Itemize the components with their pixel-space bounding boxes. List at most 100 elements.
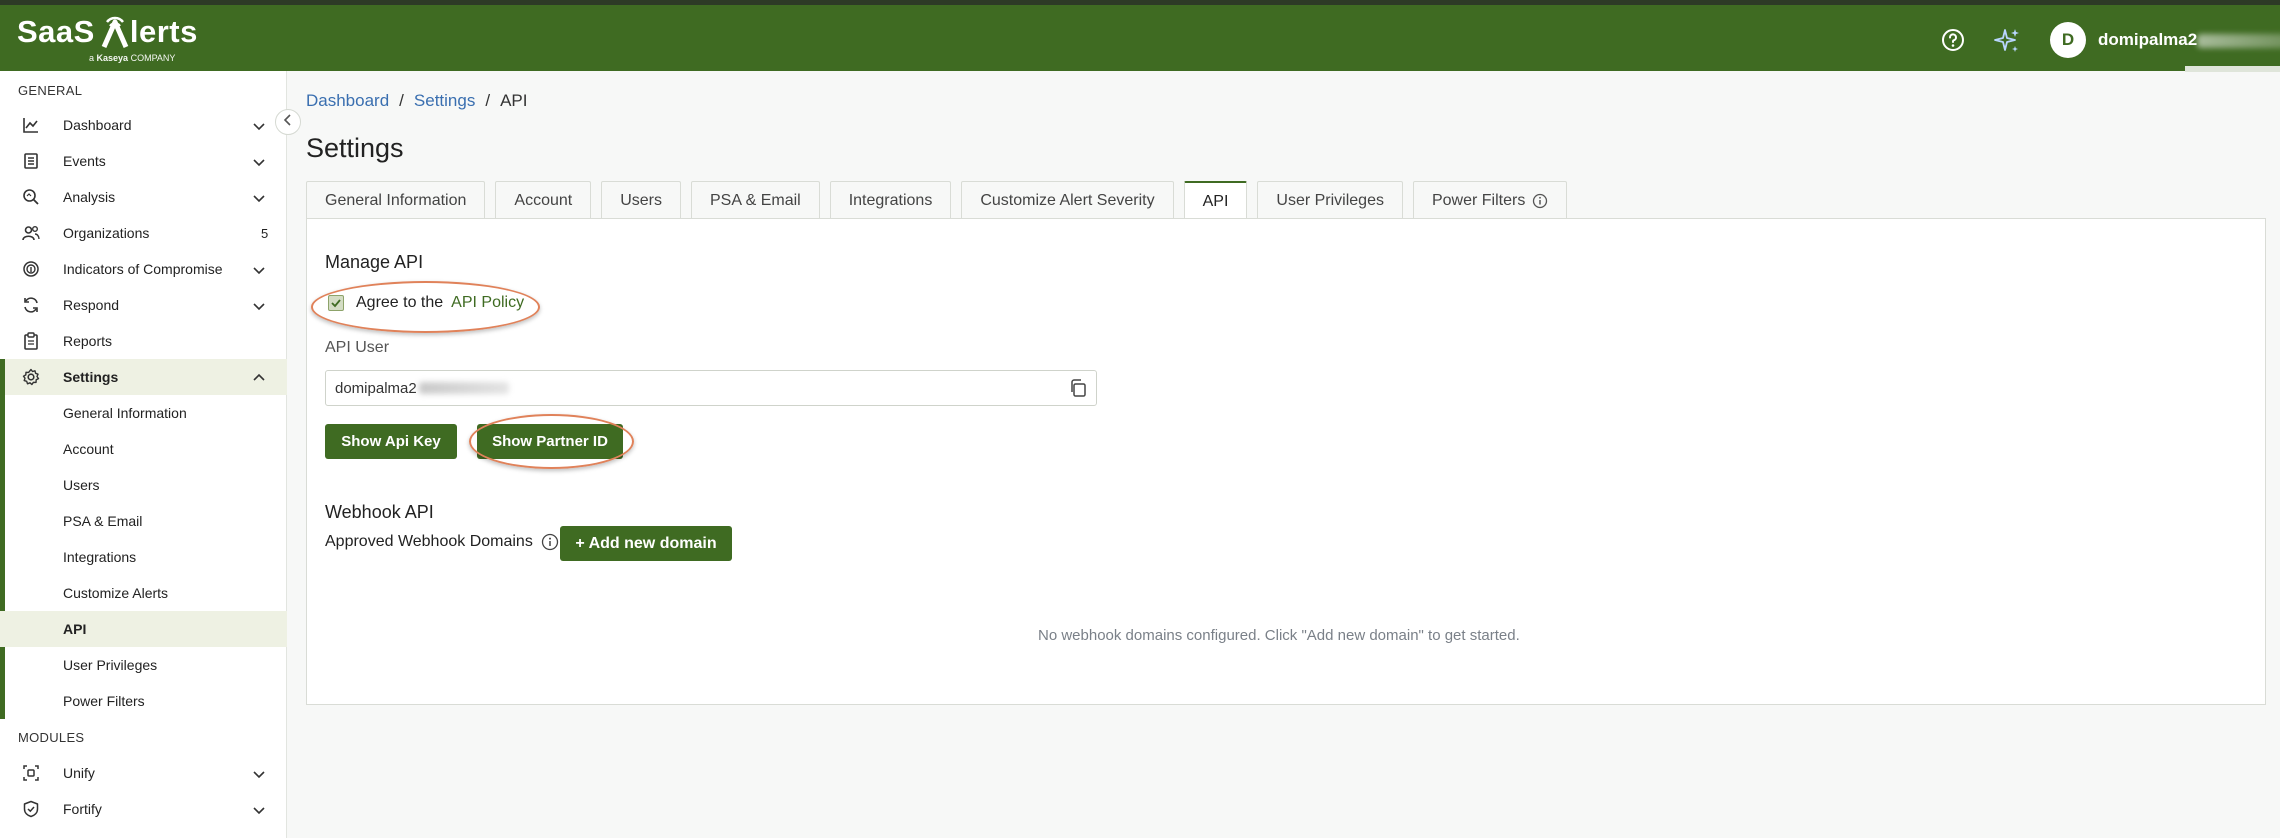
copy-icon[interactable]	[1068, 378, 1088, 398]
sidebar-item-label: Dashboard	[63, 117, 132, 133]
sidebar-item-label: Events	[63, 153, 106, 169]
tab-label: API	[1202, 192, 1229, 210]
tab-users[interactable]: Users	[601, 181, 681, 219]
tab-psa-email[interactable]: PSA & Email	[691, 181, 820, 219]
sidebar-subitem-user-privileges[interactable]: User Privileges	[0, 647, 287, 683]
sidebar-subitem-label: General Information	[63, 405, 187, 421]
tab-label: Integrations	[848, 191, 933, 209]
sidebar-subitem-api[interactable]: API	[0, 611, 287, 647]
sidebar-item-label: Analysis	[63, 189, 116, 205]
add-new-domain-button[interactable]: + Add new domain	[560, 526, 732, 561]
tab-label: Power Filters	[1431, 191, 1526, 209]
breadcrumb-separator: /	[399, 91, 404, 110]
user-menu[interactable]: D domipalma2	[2050, 22, 2280, 58]
user-avatar: D	[2050, 22, 2086, 58]
logo-a-icon	[101, 16, 129, 49]
tab-label: Account	[514, 191, 573, 209]
tab-label: User Privileges	[1276, 191, 1384, 209]
chevron-down-icon	[251, 154, 267, 170]
sidebar-item-label: Fortify	[63, 801, 102, 817]
gear-icon	[22, 368, 40, 386]
refresh-icon	[22, 296, 40, 314]
organizations-count-badge: 5	[261, 225, 269, 241]
settings-tabs: General Information Account Users PSA & …	[306, 181, 1577, 220]
sidebar-subitem-psa-email[interactable]: PSA & Email	[0, 503, 287, 539]
show-api-key-button[interactable]: Show Api Key	[325, 424, 457, 459]
sidebar-item-label: Unify	[63, 765, 95, 781]
info-icon[interactable]	[1532, 193, 1548, 209]
approved-webhook-domains-label: Approved Webhook Domains	[325, 533, 559, 551]
clipboard-icon	[22, 332, 40, 350]
breadcrumb-separator: /	[485, 91, 491, 110]
list-document-icon	[22, 152, 40, 170]
sidebar-subitem-label: Power Filters	[63, 693, 145, 709]
sidebar-subitem-label: Integrations	[63, 549, 137, 565]
sidebar-item-unify[interactable]: Unify	[0, 755, 287, 791]
chevron-down-icon	[251, 190, 267, 206]
search-analysis-icon	[22, 188, 40, 206]
sidebar-subitem-integrations[interactable]: Integrations	[0, 539, 287, 575]
tab-account[interactable]: Account	[495, 181, 592, 219]
api-user-value: domipalma2	[335, 379, 417, 397]
webhook-empty-message: No webhook domains configured. Click "Ad…	[1038, 627, 1520, 644]
sidebar: GENERAL Dashboard Events Analysis Organi…	[0, 71, 287, 838]
sidebar-item-indicators-of-compromise[interactable]: Indicators of Compromise	[0, 251, 287, 287]
line-chart-icon	[22, 116, 40, 134]
sidebar-subitem-label: Account	[63, 441, 114, 457]
help-icon[interactable]	[1940, 27, 1966, 53]
annotation-ring-partner-id	[469, 414, 634, 469]
tab-label: Users	[620, 191, 662, 209]
sidebar-subitem-label: PSA & Email	[63, 513, 143, 529]
sidebar-item-label: Settings	[63, 369, 119, 385]
app-header: SaaS lerts a Kaseya COMPANY D domipalma2	[0, 5, 2280, 71]
sidebar-item-fortify[interactable]: Fortify	[0, 791, 287, 827]
sidebar-subitem-account[interactable]: Account	[0, 431, 287, 467]
saas-alerts-logo[interactable]: SaaS lerts a Kaseya COMPANY	[17, 14, 198, 64]
chevron-down-icon	[251, 298, 267, 314]
sidebar-item-dashboard[interactable]: Dashboard	[0, 107, 287, 143]
sidebar-item-settings[interactable]: Settings	[0, 359, 287, 395]
info-icon[interactable]	[541, 533, 559, 551]
sidebar-subitem-power-filters[interactable]: Power Filters	[0, 683, 287, 719]
breadcrumb: Dashboard / Settings / API	[306, 91, 527, 111]
sidebar-subitem-customize-alerts[interactable]: Customize Alerts	[0, 575, 287, 611]
webhook-api-title: Webhook API	[325, 502, 434, 522]
chevron-down-icon	[251, 118, 267, 134]
sidebar-item-label: Indicators of Compromise	[63, 261, 223, 277]
sidebar-section-general: GENERAL	[18, 83, 83, 98]
breadcrumb-dashboard[interactable]: Dashboard	[306, 91, 389, 111]
chevron-down-icon	[251, 766, 267, 782]
sidebar-item-label: Organizations	[63, 225, 150, 241]
sidebar-item-organizations[interactable]: Organizations 5	[0, 215, 287, 251]
sidebar-subitem-label: Users	[63, 477, 100, 493]
sidebar-subitem-general-information[interactable]: General Information	[0, 395, 287, 431]
logo-text-lerts: lerts	[129, 14, 198, 49]
tab-general-information[interactable]: General Information	[306, 181, 486, 219]
ai-sparkle-icon[interactable]	[1993, 27, 2019, 53]
sidebar-subitem-label: User Privileges	[63, 657, 158, 673]
api-user-field[interactable]: domipalma2	[325, 370, 1097, 406]
tab-user-privileges[interactable]: User Privileges	[1257, 181, 1403, 219]
sidebar-item-respond[interactable]: Respond	[0, 287, 287, 323]
approved-label-text: Approved Webhook Domains	[325, 533, 533, 550]
user-name: domipalma2	[2098, 30, 2280, 50]
sidebar-item-analysis[interactable]: Analysis	[0, 179, 287, 215]
tab-label: Customize Alert Severity	[980, 191, 1155, 209]
tab-customize-alert-severity[interactable]: Customize Alert Severity	[961, 181, 1174, 219]
tab-api[interactable]: API	[1183, 181, 1248, 220]
breadcrumb-settings[interactable]: Settings	[414, 91, 475, 111]
logo-text-saas: SaaS	[17, 14, 95, 49]
sidebar-item-reports[interactable]: Reports	[0, 323, 287, 359]
tab-power-filters[interactable]: Power Filters	[1412, 181, 1568, 219]
tab-integrations[interactable]: Integrations	[829, 181, 952, 219]
sidebar-item-events[interactable]: Events	[0, 143, 287, 179]
breadcrumb-current: API	[500, 91, 528, 110]
api-user-label: API User	[325, 339, 390, 356]
sidebar-collapse-button[interactable]	[275, 109, 301, 135]
sidebar-subitem-users[interactable]: Users	[0, 467, 287, 503]
sidebar-subitem-label: API	[63, 621, 87, 637]
tab-label: General Information	[325, 191, 467, 209]
page-title: Settings	[306, 133, 404, 163]
sidebar-subitem-label: Customize Alerts	[63, 585, 169, 601]
sidebar-section-modules: MODULES	[18, 730, 85, 745]
